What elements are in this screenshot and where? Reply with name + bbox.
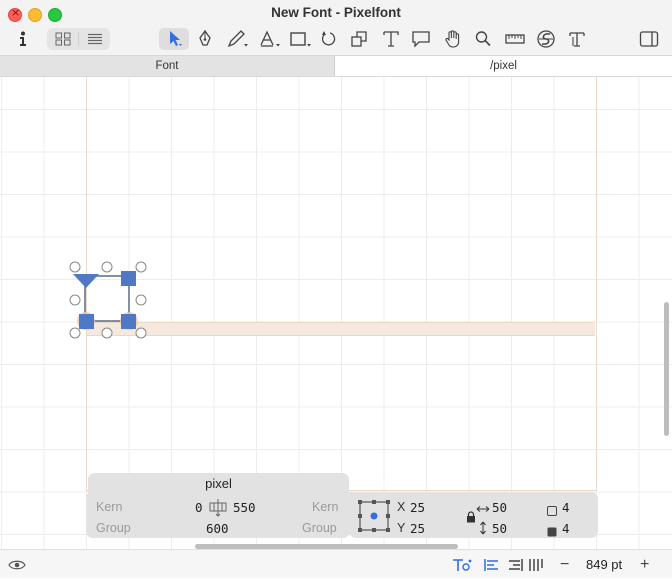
vertical-scrollbar[interactable] <box>664 302 669 436</box>
measure-tool-icon[interactable] <box>503 28 527 50</box>
start-node-triangle <box>73 274 99 288</box>
list-view-icon[interactable] <box>84 28 106 50</box>
text-tool-status-icon[interactable] <box>452 550 472 579</box>
glyph-name-field[interactable]: pixel <box>88 473 349 495</box>
segment-divider <box>78 32 79 46</box>
window-title: New Font - Pixelfont <box>271 5 401 20</box>
sidebar-icon[interactable] <box>638 28 660 50</box>
status-bar: − 849 pt + <box>0 549 672 578</box>
info-icon[interactable] <box>14 28 32 50</box>
reference-point-icon[interactable] <box>357 499 391 538</box>
component-tool-icon[interactable] <box>257 28 283 50</box>
group-right-label: Group <box>302 521 337 535</box>
height-value[interactable]: 50 <box>492 521 507 536</box>
filled-node-icon <box>547 524 557 542</box>
corner-node <box>121 271 136 286</box>
corner-node <box>121 314 136 329</box>
zoom-level[interactable]: 849 pt <box>586 557 622 572</box>
window-titlebar: New Font - Pixelfont <box>0 0 672 55</box>
transform-handle <box>101 261 113 273</box>
glyph-columns-icon[interactable] <box>529 550 543 579</box>
width-value[interactable]: 50 <box>492 500 507 515</box>
lock-icon[interactable] <box>466 510 476 528</box>
zoom-out-button[interactable]: − <box>560 550 569 579</box>
rectangle-tool-icon[interactable] <box>288 28 314 50</box>
corner-node <box>79 314 94 329</box>
grid-view-icon[interactable] <box>53 28 73 50</box>
metrics-panel: Kern 0 550 Kern Group 600 Group <box>86 494 350 538</box>
selection-info-panel: X 25 Y 25 50 50 4 4 <box>349 492 598 538</box>
transform-handle <box>135 261 147 273</box>
kern-right-label: Kern <box>312 500 339 514</box>
tab-glyph-pixel[interactable]: /pixel <box>335 56 672 76</box>
tab-font[interactable]: Font <box>0 56 335 76</box>
transform-handle <box>101 327 113 339</box>
zoom-tool-icon[interactable] <box>472 28 494 50</box>
group-left-label: Group <box>96 521 131 535</box>
transform-handle <box>69 261 81 273</box>
transform-handle <box>69 327 81 339</box>
height-arrows-icon <box>479 521 487 540</box>
pencil-tool-icon[interactable] <box>225 28 251 50</box>
zoom-in-button[interactable]: + <box>640 550 649 579</box>
type-tool-icon[interactable] <box>566 28 588 50</box>
kern-left-value[interactable]: 0 <box>195 500 203 515</box>
align-left-icon[interactable] <box>484 550 500 579</box>
x-label: X <box>397 500 406 514</box>
advance-width-value[interactable]: 550 <box>233 500 256 515</box>
y-label: Y <box>397 521 406 535</box>
text-tool-icon[interactable] <box>380 28 402 50</box>
transform-handle <box>69 294 81 306</box>
rotate-tool-icon[interactable] <box>318 28 340 50</box>
transform-handle <box>135 327 147 339</box>
align-right-icon[interactable] <box>507 550 523 579</box>
scale-tool-icon[interactable] <box>348 28 370 50</box>
pen-tool-icon[interactable] <box>194 28 216 50</box>
annotation-tool-icon[interactable] <box>410 28 432 50</box>
width-arrows-icon <box>476 501 490 519</box>
y-value[interactable]: 25 <box>410 521 425 536</box>
node-count-a: 4 <box>562 500 570 515</box>
transform-handle <box>135 294 147 306</box>
hand-tool-icon[interactable] <box>442 28 464 50</box>
select-tool-icon[interactable] <box>163 28 187 50</box>
width-lock-icon[interactable] <box>207 498 229 523</box>
document-tabs: Font /pixel <box>0 55 672 77</box>
preview-eye-icon[interactable] <box>8 550 26 579</box>
spline-tool-icon[interactable] <box>534 28 558 50</box>
x-value[interactable]: 25 <box>410 500 425 515</box>
group-value[interactable]: 600 <box>206 521 229 536</box>
open-node-icon <box>547 503 557 521</box>
kern-left-label: Kern <box>96 500 123 514</box>
node-count-b: 4 <box>562 521 570 536</box>
